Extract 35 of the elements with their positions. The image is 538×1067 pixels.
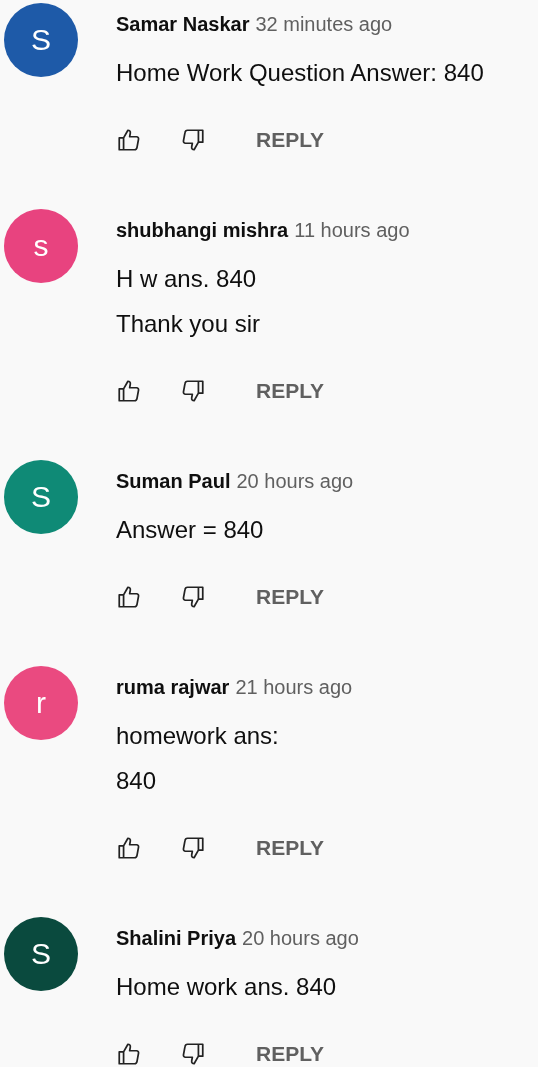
author-name[interactable]: Samar Naskar (116, 12, 250, 36)
reply-button[interactable]: REPLY (256, 836, 325, 860)
reply-button[interactable]: REPLY (256, 585, 325, 609)
reply-button[interactable]: REPLY (256, 128, 325, 152)
thumbs-up-icon[interactable] (116, 1041, 142, 1067)
avatar[interactable]: r (4, 666, 78, 740)
thumbs-down-icon[interactable] (180, 584, 206, 610)
thumbs-up-icon[interactable] (116, 835, 142, 861)
timestamp[interactable]: 20 hours ago (242, 926, 359, 950)
comment-text: H w ans. 840 Thank you sir (116, 264, 262, 339)
avatar[interactable]: s (4, 209, 78, 283)
thumbs-up-icon[interactable] (116, 127, 142, 153)
author-name[interactable]: shubhangi mishra (116, 218, 289, 242)
thumbs-up-icon[interactable] (116, 584, 142, 610)
thumbs-down-icon[interactable] (180, 1041, 206, 1067)
timestamp[interactable]: 20 hours ago (236, 469, 354, 493)
author-name[interactable]: Shalini Priya (116, 926, 237, 950)
comment-text: Answer = 840 (116, 515, 265, 545)
timestamp[interactable]: 21 hours ago (235, 675, 353, 699)
reply-button[interactable]: REPLY (256, 1042, 325, 1066)
timestamp[interactable]: 11 hours ago (294, 218, 410, 242)
author-name[interactable]: Suman Paul (116, 469, 231, 493)
thumbs-up-icon[interactable] (116, 378, 142, 404)
thumbs-down-icon[interactable] (180, 378, 206, 404)
comment-text: Home work ans. 840 (116, 972, 338, 1002)
comment-text: Home Work Question Answer: 840 (116, 58, 484, 88)
avatar[interactable]: S (4, 3, 78, 77)
avatar[interactable]: S (4, 460, 78, 534)
avatar[interactable]: S (4, 917, 78, 991)
timestamp[interactable]: 32 minutes ago (255, 12, 393, 36)
author-name[interactable]: ruma rajwar (116, 675, 230, 699)
reply-button[interactable]: REPLY (256, 379, 325, 403)
comment-text: homework ans: 840 (116, 721, 280, 796)
thumbs-down-icon[interactable] (180, 127, 206, 153)
thumbs-down-icon[interactable] (180, 835, 206, 861)
